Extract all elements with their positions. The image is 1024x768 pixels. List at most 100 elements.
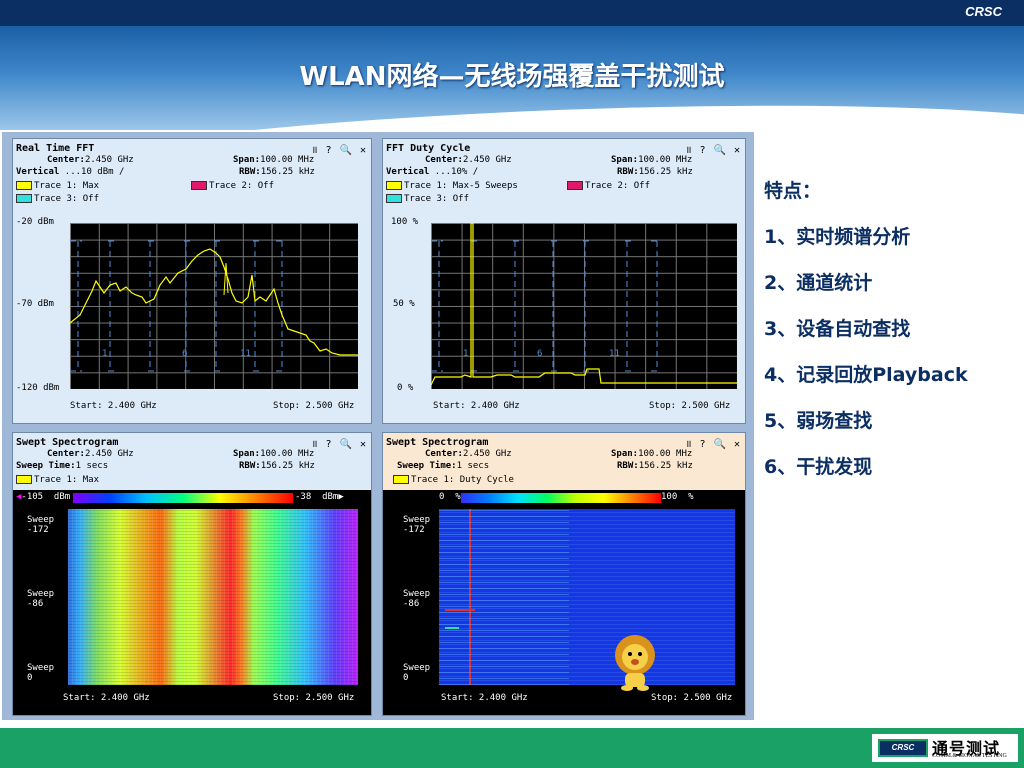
sweep-time-value: 1 secs (75, 461, 109, 471)
crsc-badge-icon: CRSC (878, 739, 928, 757)
channel-6-label: 6 (182, 349, 188, 359)
feature-item: 2、通道统计 (764, 272, 873, 294)
fft-panel: Real Time FFT ॥ ? 🔍 ✕ Center:2.450 GHz S… (12, 138, 372, 424)
span-label: Span: (611, 449, 639, 459)
y-top-label: -20 dBm (16, 217, 54, 227)
header-swoosh (0, 87, 1024, 130)
analyzer-screenshot: Real Time FFT ॥ ? 🔍 ✕ Center:2.450 GHz S… (2, 132, 754, 720)
scale-min-label[interactable]: ◀-105 dBm (16, 492, 70, 502)
duty-trace (431, 223, 737, 386)
center-value: 2.450 GHz (84, 449, 134, 459)
trace3-swatch (386, 194, 402, 203)
activity-band (439, 509, 569, 685)
panel-controls[interactable]: ॥ ? 🔍 ✕ (685, 436, 741, 450)
y-top-label: 100 % (391, 217, 419, 227)
start-freq: Start: 2.400 GHz (70, 401, 157, 411)
trace1-legend[interactable]: Trace 1: Max-5 Sweeps (386, 181, 518, 192)
rbw-label: RBW: (239, 167, 261, 177)
logo-english-text: COMM.& SIGNAL TESTING (932, 753, 1007, 759)
stop-freq: Stop: 2.500 GHz (273, 693, 355, 703)
trace1-swatch (386, 181, 402, 190)
vertical-label: Vertical (386, 167, 430, 177)
color-scale-bar (73, 493, 293, 503)
sweep-top-label: Sweep -172 (403, 515, 431, 535)
spectrogram-heatmap[interactable] (68, 509, 358, 685)
rbw-value: 156.25 kHz (260, 461, 315, 471)
sweep-bot-label: Sweep 0 (27, 663, 55, 683)
color-scale-bar (461, 493, 661, 503)
panel-controls[interactable]: ॥ ? 🔍 ✕ (685, 142, 741, 156)
top-bar: CRSC (0, 0, 1024, 26)
duty-plot[interactable]: 1 6 11 (431, 223, 737, 389)
trace3-swatch (16, 194, 32, 203)
rbw-value: 156.25 kHz (260, 167, 315, 177)
trace2-swatch (567, 181, 583, 190)
feature-item: 5、弱场查找 (764, 410, 873, 432)
span-label: Span: (233, 449, 261, 459)
rbw-label: RBW: (617, 167, 639, 177)
stop-freq: Stop: 2.500 GHz (651, 693, 733, 703)
sweep-time-value: 1 secs (456, 461, 490, 471)
channel-1-label: 1 (102, 349, 108, 359)
center-label: Center: (47, 155, 85, 165)
scale-min-label: 0 % (439, 492, 461, 502)
span-value: 100.00 MHz (638, 449, 693, 459)
channel-11-label: 11 (609, 349, 620, 359)
trace1-swatch (393, 475, 409, 484)
center-label: Center: (425, 449, 463, 459)
channel-11-label: 11 (240, 349, 251, 359)
trace1-swatch (16, 475, 32, 484)
feature-item: 4、记录回放Playback (764, 364, 968, 386)
sweep-top-label: Sweep -172 (27, 515, 55, 535)
y-mid-label: 50 % (393, 299, 415, 309)
feature-item: 3、设备自动查找 (764, 318, 911, 340)
vertical-label: Vertical (16, 167, 60, 177)
panel-title: Swept Spectrogram (386, 437, 489, 448)
panel-controls[interactable]: ॥ ? 🔍 ✕ (311, 436, 367, 450)
trace1-legend[interactable]: Trace 1: Max (16, 475, 99, 486)
trace3-legend[interactable]: Trace 3: Off (386, 194, 469, 205)
center-label: Center: (47, 449, 85, 459)
trace3-legend[interactable]: Trace 3: Off (16, 194, 99, 205)
vertical-value: ...10% / (429, 167, 479, 177)
brand-label: CRSC (965, 4, 1002, 19)
scale-max-label[interactable]: -38 dBm▶ (295, 492, 344, 502)
sweep-time-label: Sweep Time: (16, 461, 76, 471)
y-bot-label: 0 % (397, 383, 414, 393)
trace1-swatch (16, 181, 32, 190)
span-value: 100.00 MHz (260, 449, 315, 459)
channel-6-label: 6 (537, 349, 543, 359)
trace1-legend[interactable]: Trace 1: Max (16, 181, 99, 192)
vertical-value: ...10 dBm / (59, 167, 125, 177)
rbw-label: RBW: (617, 461, 639, 471)
sweep-time-label: Sweep Time: (397, 461, 457, 471)
spectrogram-heatmap[interactable] (439, 509, 735, 685)
feature-heading: 特点： (764, 180, 822, 202)
sweep-mid-label: Sweep -86 (403, 589, 431, 609)
rbw-value: 156.25 kHz (638, 167, 693, 177)
fft-plot[interactable]: 1 6 11 (70, 223, 358, 389)
panel-controls[interactable]: ॥ ? 🔍 ✕ (311, 142, 367, 156)
y-mid-label: -70 dBm (16, 299, 54, 309)
heatmap-texture (68, 509, 358, 685)
feature-list: 特点： 1、实时频谱分析 2、通道统计 3、设备自动查找 4、记录回放Playb… (764, 176, 968, 498)
start-freq: Start: 2.400 GHz (63, 693, 150, 703)
span-label: Span: (233, 155, 261, 165)
slide-title: WLAN网络—无线场强覆盖干扰测试 (299, 62, 725, 92)
trace1-legend[interactable]: Trace 1: Duty Cycle (393, 475, 514, 486)
panel-title: Swept Spectrogram (16, 437, 119, 448)
rbw-value: 156.25 kHz (638, 461, 693, 471)
spectrogram-panel-dbm: Swept Spectrogram ॥ ? 🔍 ✕ Center:2.450 G… (12, 432, 372, 716)
span-value: 100.00 MHz (260, 155, 315, 165)
center-value: 2.450 GHz (84, 155, 134, 165)
duty-cycle-panel: FFT Duty Cycle ॥ ? 🔍 ✕ Center:2.450 GHz … (382, 138, 746, 424)
center-value: 2.450 GHz (462, 155, 512, 165)
trace2-legend[interactable]: Trace 2: Off (567, 181, 650, 192)
span-label: Span: (611, 155, 639, 165)
footer-logo: CRSC 通号测试 COMM.& SIGNAL TESTING (872, 734, 1018, 762)
spectrogram-panel-duty: Swept Spectrogram ॥ ? 🔍 ✕ Center:2.450 G… (382, 432, 746, 716)
footer-bar: CRSC 通号测试 COMM.& SIGNAL TESTING (0, 728, 1024, 768)
panel-title: Real Time FFT (16, 143, 95, 154)
trace2-legend[interactable]: Trace 2: Off (191, 181, 274, 192)
feature-item: 6、干扰发现 (764, 456, 873, 478)
